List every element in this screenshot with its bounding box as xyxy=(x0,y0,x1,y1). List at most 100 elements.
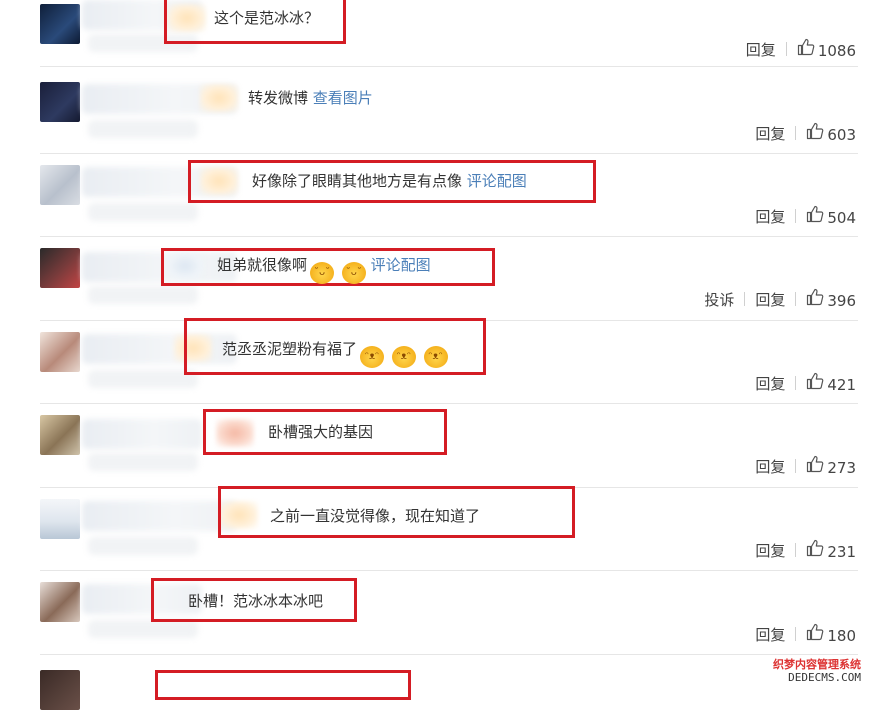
comment-text: 转发微博 查看图片 xyxy=(248,88,373,108)
reply-button[interactable]: 回复 xyxy=(755,123,785,144)
username-blurred xyxy=(82,419,202,449)
comment-actions: 投诉 回复 396 xyxy=(704,288,856,310)
comment-body: 转发微博 xyxy=(248,89,309,107)
thumbs-up-icon xyxy=(797,38,815,56)
like-button[interactable]: 603 xyxy=(806,122,856,144)
divider xyxy=(795,292,797,306)
divider xyxy=(795,376,797,390)
comment-actions: 回复 1086 xyxy=(746,38,856,60)
avatar[interactable] xyxy=(40,165,80,205)
shy-face-emoji: ˘ᴗ˘ xyxy=(341,262,366,284)
view-image-link[interactable]: 查看图片 xyxy=(313,89,373,107)
subline-blurred xyxy=(88,120,198,138)
comment-item: 转发微博 查看图片 回复 603 xyxy=(40,70,858,154)
divider xyxy=(795,459,797,473)
subline-blurred xyxy=(88,537,198,555)
doge-emoji: ᵔᴥᵔ xyxy=(391,346,416,368)
comment-text: 范丞丞泥塑粉有福了 ᵔᴥᵔ ᵔᴥᵔ ᵔᴥᵔ xyxy=(222,339,448,368)
like-count: 231 xyxy=(827,543,856,561)
subline-blurred xyxy=(88,620,198,638)
like-count: 396 xyxy=(827,292,856,310)
comment-text: 卧槽！范冰冰本冰吧 xyxy=(188,591,323,611)
comment-text: 卧槽强大的基因 xyxy=(268,422,373,442)
comment-item: 范丞丞泥塑粉有福了 ᵔᴥᵔ ᵔᴥᵔ ᵔᴥᵔ 回复 421 xyxy=(40,318,858,404)
reply-button[interactable]: 回复 xyxy=(755,373,785,394)
comment-text: 这个是范冰冰？ xyxy=(214,8,319,28)
comment-actions: 回复 421 xyxy=(755,372,856,394)
like-button[interactable]: 231 xyxy=(806,539,856,561)
avatar[interactable] xyxy=(40,82,80,122)
comment-actions: 回复 180 xyxy=(755,623,856,645)
comment-feed: 这个是范冰冰？ 回复 1086 转发微博 查看图片 回复 603 好像除了眼睛其… xyxy=(0,0,869,710)
comment-image-link[interactable]: 评论配图 xyxy=(467,172,527,190)
subline-blurred xyxy=(88,286,198,304)
comment-image-link[interactable]: 评论配图 xyxy=(371,256,431,274)
doge-emoji: ᵔᴥᵔ xyxy=(360,346,385,368)
shy-face-emoji: ˘ᴗ˘ xyxy=(310,262,335,284)
reply-button[interactable]: 回复 xyxy=(755,456,785,477)
like-button[interactable]: 273 xyxy=(806,455,856,477)
watermark-domain: DEDECMS.COM xyxy=(788,671,861,684)
avatar[interactable] xyxy=(40,499,80,539)
comment-body: 好像除了眼睛其他地方是有点像 xyxy=(252,172,463,190)
username-blurred xyxy=(82,501,237,531)
thumbs-up-icon xyxy=(806,372,824,390)
divider xyxy=(744,292,746,306)
comment-item: 之前一直没觉得像，现在知道了 回复 231 xyxy=(40,486,858,571)
subline-blurred xyxy=(88,203,198,221)
avatar[interactable] xyxy=(40,332,80,372)
comment-item: 这个是范冰冰？ 回复 1086 xyxy=(40,0,858,67)
site-watermark: 织梦内容管理系统 DEDECMS.COM xyxy=(773,658,861,684)
like-button[interactable]: 421 xyxy=(806,372,856,394)
like-button[interactable]: 180 xyxy=(806,623,856,645)
comment-body: 范丞丞泥塑粉有福了 xyxy=(222,340,358,358)
avatar[interactable] xyxy=(40,248,80,288)
thumbs-up-icon xyxy=(806,122,824,140)
divider xyxy=(795,126,797,140)
divider xyxy=(795,627,797,641)
divider xyxy=(785,42,787,56)
comment-item: 姐弟就很像啊 ˘ᴗ˘ ˘ᴗ˘ 评论配图 投诉 回复 396 xyxy=(40,236,858,321)
comment-body: 卧槽强大的基因 xyxy=(268,423,374,441)
comment-body: 姐弟就很像啊 xyxy=(217,256,308,274)
reply-button[interactable]: 回复 xyxy=(755,289,785,310)
like-button[interactable]: 1086 xyxy=(797,38,856,60)
like-button[interactable]: 504 xyxy=(806,205,856,227)
thumbs-up-icon xyxy=(806,455,824,473)
thumbs-up-icon xyxy=(806,539,824,557)
divider xyxy=(795,543,797,557)
reply-button[interactable]: 回复 xyxy=(755,206,785,227)
reply-button[interactable]: 回复 xyxy=(755,624,785,645)
comment-item: 好像除了眼睛其他地方是有点像 评论配图 回复 504 xyxy=(40,153,858,237)
watermark-title: 织梦内容管理系统 xyxy=(773,658,861,671)
comment-item: 卧槽！范冰冰本冰吧 回复 180 xyxy=(40,570,858,655)
like-button[interactable]: 396 xyxy=(806,288,856,310)
avatar[interactable] xyxy=(40,582,80,622)
comment-actions: 回复 231 xyxy=(755,539,856,561)
avatar[interactable] xyxy=(40,670,80,710)
comment-text: 好像除了眼睛其他地方是有点像 评论配图 xyxy=(252,171,527,191)
like-count: 504 xyxy=(827,209,856,227)
comment-body: 之前一直没觉得像，现在知道了 xyxy=(270,507,481,525)
thumbs-up-icon xyxy=(806,288,824,306)
thumbs-up-icon xyxy=(806,205,824,223)
subline-blurred xyxy=(88,370,198,388)
subline-blurred xyxy=(88,453,198,471)
like-count: 273 xyxy=(827,459,856,477)
comment-body: 这个是范冰冰？ xyxy=(214,9,320,27)
comment-text: 之前一直没觉得像，现在知道了 xyxy=(270,506,480,526)
vip-badge-blurred xyxy=(200,84,238,112)
like-count: 421 xyxy=(827,376,856,394)
like-count: 603 xyxy=(827,126,856,144)
comment-item: 卧槽强大的基因 回复 273 xyxy=(40,403,858,488)
comment-actions: 回复 273 xyxy=(755,455,856,477)
avatar[interactable] xyxy=(40,4,80,44)
reply-button[interactable]: 回复 xyxy=(755,540,785,561)
thumbs-up-icon xyxy=(806,623,824,641)
report-button[interactable]: 投诉 xyxy=(704,289,734,310)
reply-button[interactable]: 回复 xyxy=(746,39,776,60)
comment-actions: 回复 603 xyxy=(755,122,856,144)
avatar[interactable] xyxy=(40,415,80,455)
like-count: 1086 xyxy=(817,42,856,60)
comment-actions: 回复 504 xyxy=(755,205,856,227)
